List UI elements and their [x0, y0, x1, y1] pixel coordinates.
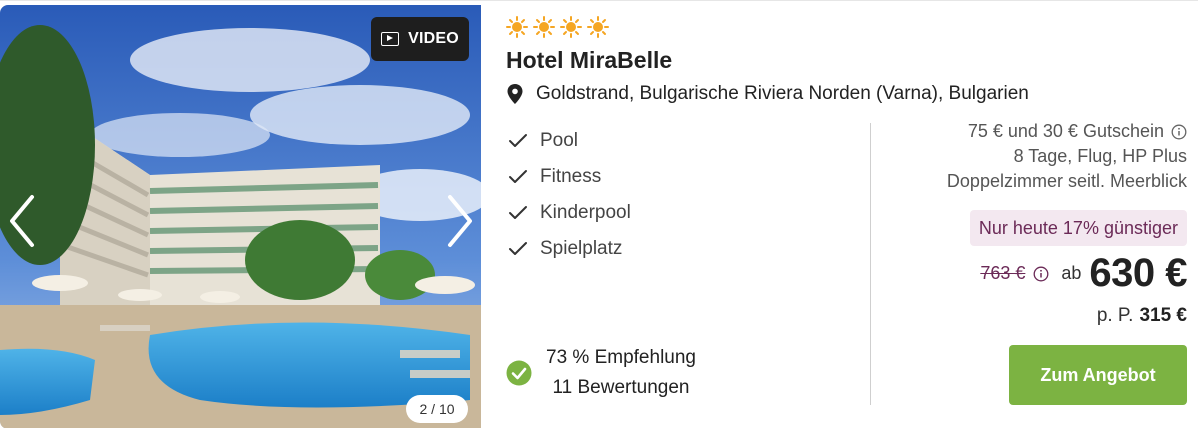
amenity-label: Fitness	[540, 166, 602, 187]
pp-value: 315 €	[1139, 305, 1187, 326]
offer-details: 75 € und 30 € Gutschein 8 Tage, Flug, HP…	[867, 119, 1187, 194]
info-icon[interactable]	[1171, 124, 1187, 140]
amenity-label: Pool	[540, 130, 579, 151]
hotel-name[interactable]: Hotel MiraBelle	[506, 47, 672, 74]
sun-star-icon	[560, 16, 582, 38]
video-icon	[381, 32, 400, 46]
per-person-price: p. P. 315 €	[1097, 305, 1187, 327]
location-text: Goldstrand, Bulgarische Riviera Norden (…	[536, 83, 1029, 104]
room-text: Doppelzimmer seitl. Meerblick	[946, 171, 1187, 191]
voucher-text: 75 € und 30 € Gutschein	[967, 121, 1164, 141]
voucher-line: 75 € und 30 € Gutschein	[867, 119, 1187, 144]
offer-button[interactable]: Zum Angebot	[1009, 345, 1187, 405]
list-item: Fitness	[506, 159, 631, 195]
price-row: 763 € ab 630 €	[980, 251, 1187, 296]
hotel-photo-gallery[interactable]: VIDEO 2 / 10	[0, 5, 481, 428]
hotel-photo[interactable]	[0, 5, 481, 428]
info-icon[interactable]	[1033, 266, 1049, 282]
map-pin-icon	[507, 84, 523, 104]
rating-summary[interactable]: 73 % Empfehlung 11 Bewertungen	[506, 343, 696, 403]
old-price: 763 €	[980, 263, 1026, 283]
deal-badge: Nur heute 17% günstiger	[969, 210, 1187, 246]
hotel-offer-card: VIDEO 2 / 10 Hotel MiraBelle Goldstrand,…	[0, 0, 1198, 428]
list-item: Pool	[506, 123, 631, 159]
check-icon	[509, 206, 527, 219]
video-button[interactable]: VIDEO	[371, 17, 469, 61]
sun-star-icon	[506, 16, 528, 38]
ab-label: ab	[1061, 263, 1082, 283]
reviews-count[interactable]: 11 Bewertungen	[553, 373, 690, 403]
amenities-list: Pool Fitness Kinderpool Spielplatz	[506, 123, 631, 267]
check-circle-icon	[506, 360, 532, 386]
chevron-right-icon[interactable]	[442, 193, 478, 249]
list-item: Spielplatz	[506, 231, 631, 267]
chevron-left-icon[interactable]	[4, 193, 40, 249]
duration-text: 8 Tage, Flug, HP Plus	[1013, 146, 1187, 166]
video-label: VIDEO	[408, 30, 459, 47]
list-item: Kinderpool	[506, 195, 631, 231]
total-price: 630 €	[1089, 251, 1187, 295]
hotel-location: Goldstrand, Bulgarische Riviera Norden (…	[506, 83, 1029, 105]
sun-star-icon	[587, 16, 609, 38]
check-icon	[509, 242, 527, 255]
pp-label: p. P.	[1096, 305, 1134, 326]
amenity-label: Kinderpool	[540, 202, 631, 223]
image-pager: 2 / 10	[406, 395, 468, 423]
recommendation-text: 73 % Empfehlung	[546, 347, 696, 368]
sun-star-icon	[533, 16, 555, 38]
hotel-stars	[506, 16, 609, 38]
check-icon	[509, 134, 527, 147]
check-icon	[509, 170, 527, 183]
amenity-label: Spielplatz	[540, 238, 623, 259]
